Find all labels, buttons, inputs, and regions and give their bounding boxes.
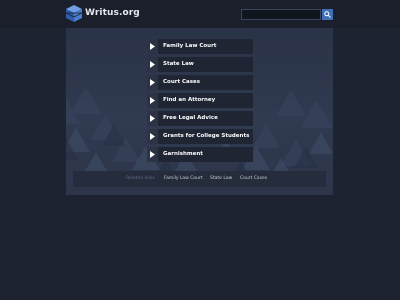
top-bar: Writus.org (0, 0, 400, 28)
menu-item-label: Free Legal Advice (163, 115, 218, 121)
menu-item-grants-for-college-students[interactable]: Grants for College Students (147, 129, 253, 144)
chevron-right-icon (150, 79, 155, 86)
related-link-family-law-court[interactable]: Family Law Court (164, 176, 203, 181)
menu-arrow-box (147, 39, 158, 54)
logo-cube-icon[interactable] (66, 5, 82, 22)
menu-item-label: State Law (163, 61, 194, 67)
chevron-right-icon (150, 115, 155, 122)
menu-item-label: Family Law Court (163, 43, 217, 49)
menu-arrow-box (147, 147, 158, 162)
search-button[interactable] (322, 9, 333, 20)
chevron-right-icon (150, 151, 155, 158)
menu-item-garnishment[interactable]: Garnishment (147, 147, 253, 162)
chevron-right-icon (150, 133, 155, 140)
related-link-court-cases[interactable]: Court Cases (240, 176, 267, 181)
menu-item-free-legal-advice[interactable]: Free Legal Advice (147, 111, 253, 126)
menu-item-court-cases[interactable]: Court Cases (147, 75, 253, 90)
menu-item-label: Grants for College Students (163, 133, 250, 139)
menu-item-label: Find an Attorney (163, 97, 216, 103)
menu-item-family-law-court[interactable]: Family Law Court (147, 39, 253, 54)
related-links-bar: Related links Family Law Court State Law… (73, 171, 326, 187)
menu-item-find-an-attorney[interactable]: Find an Attorney (147, 93, 253, 108)
chevron-right-icon (150, 61, 155, 68)
main-panel: Family Law Court State Law Court Cases F… (66, 28, 333, 195)
menu-item-label: Court Cases (163, 79, 201, 85)
menu-item-label: Garnishment (163, 151, 203, 157)
search-input[interactable] (241, 9, 321, 20)
menu-arrow-box (147, 75, 158, 90)
related-link-state-law[interactable]: State Law (210, 176, 232, 181)
menu-arrow-box (147, 57, 158, 72)
site-name[interactable]: Writus.org (85, 8, 140, 18)
chevron-right-icon (150, 43, 155, 50)
menu-item-state-law[interactable]: State Law (147, 57, 253, 72)
search-icon (324, 11, 331, 18)
menu-arrow-box (147, 111, 158, 126)
related-links-title: Related links (126, 176, 155, 181)
main-menu: Family Law Court State Law Court Cases F… (147, 39, 253, 165)
menu-arrow-box (147, 93, 158, 108)
chevron-right-icon (150, 97, 155, 104)
menu-arrow-box (147, 129, 158, 144)
